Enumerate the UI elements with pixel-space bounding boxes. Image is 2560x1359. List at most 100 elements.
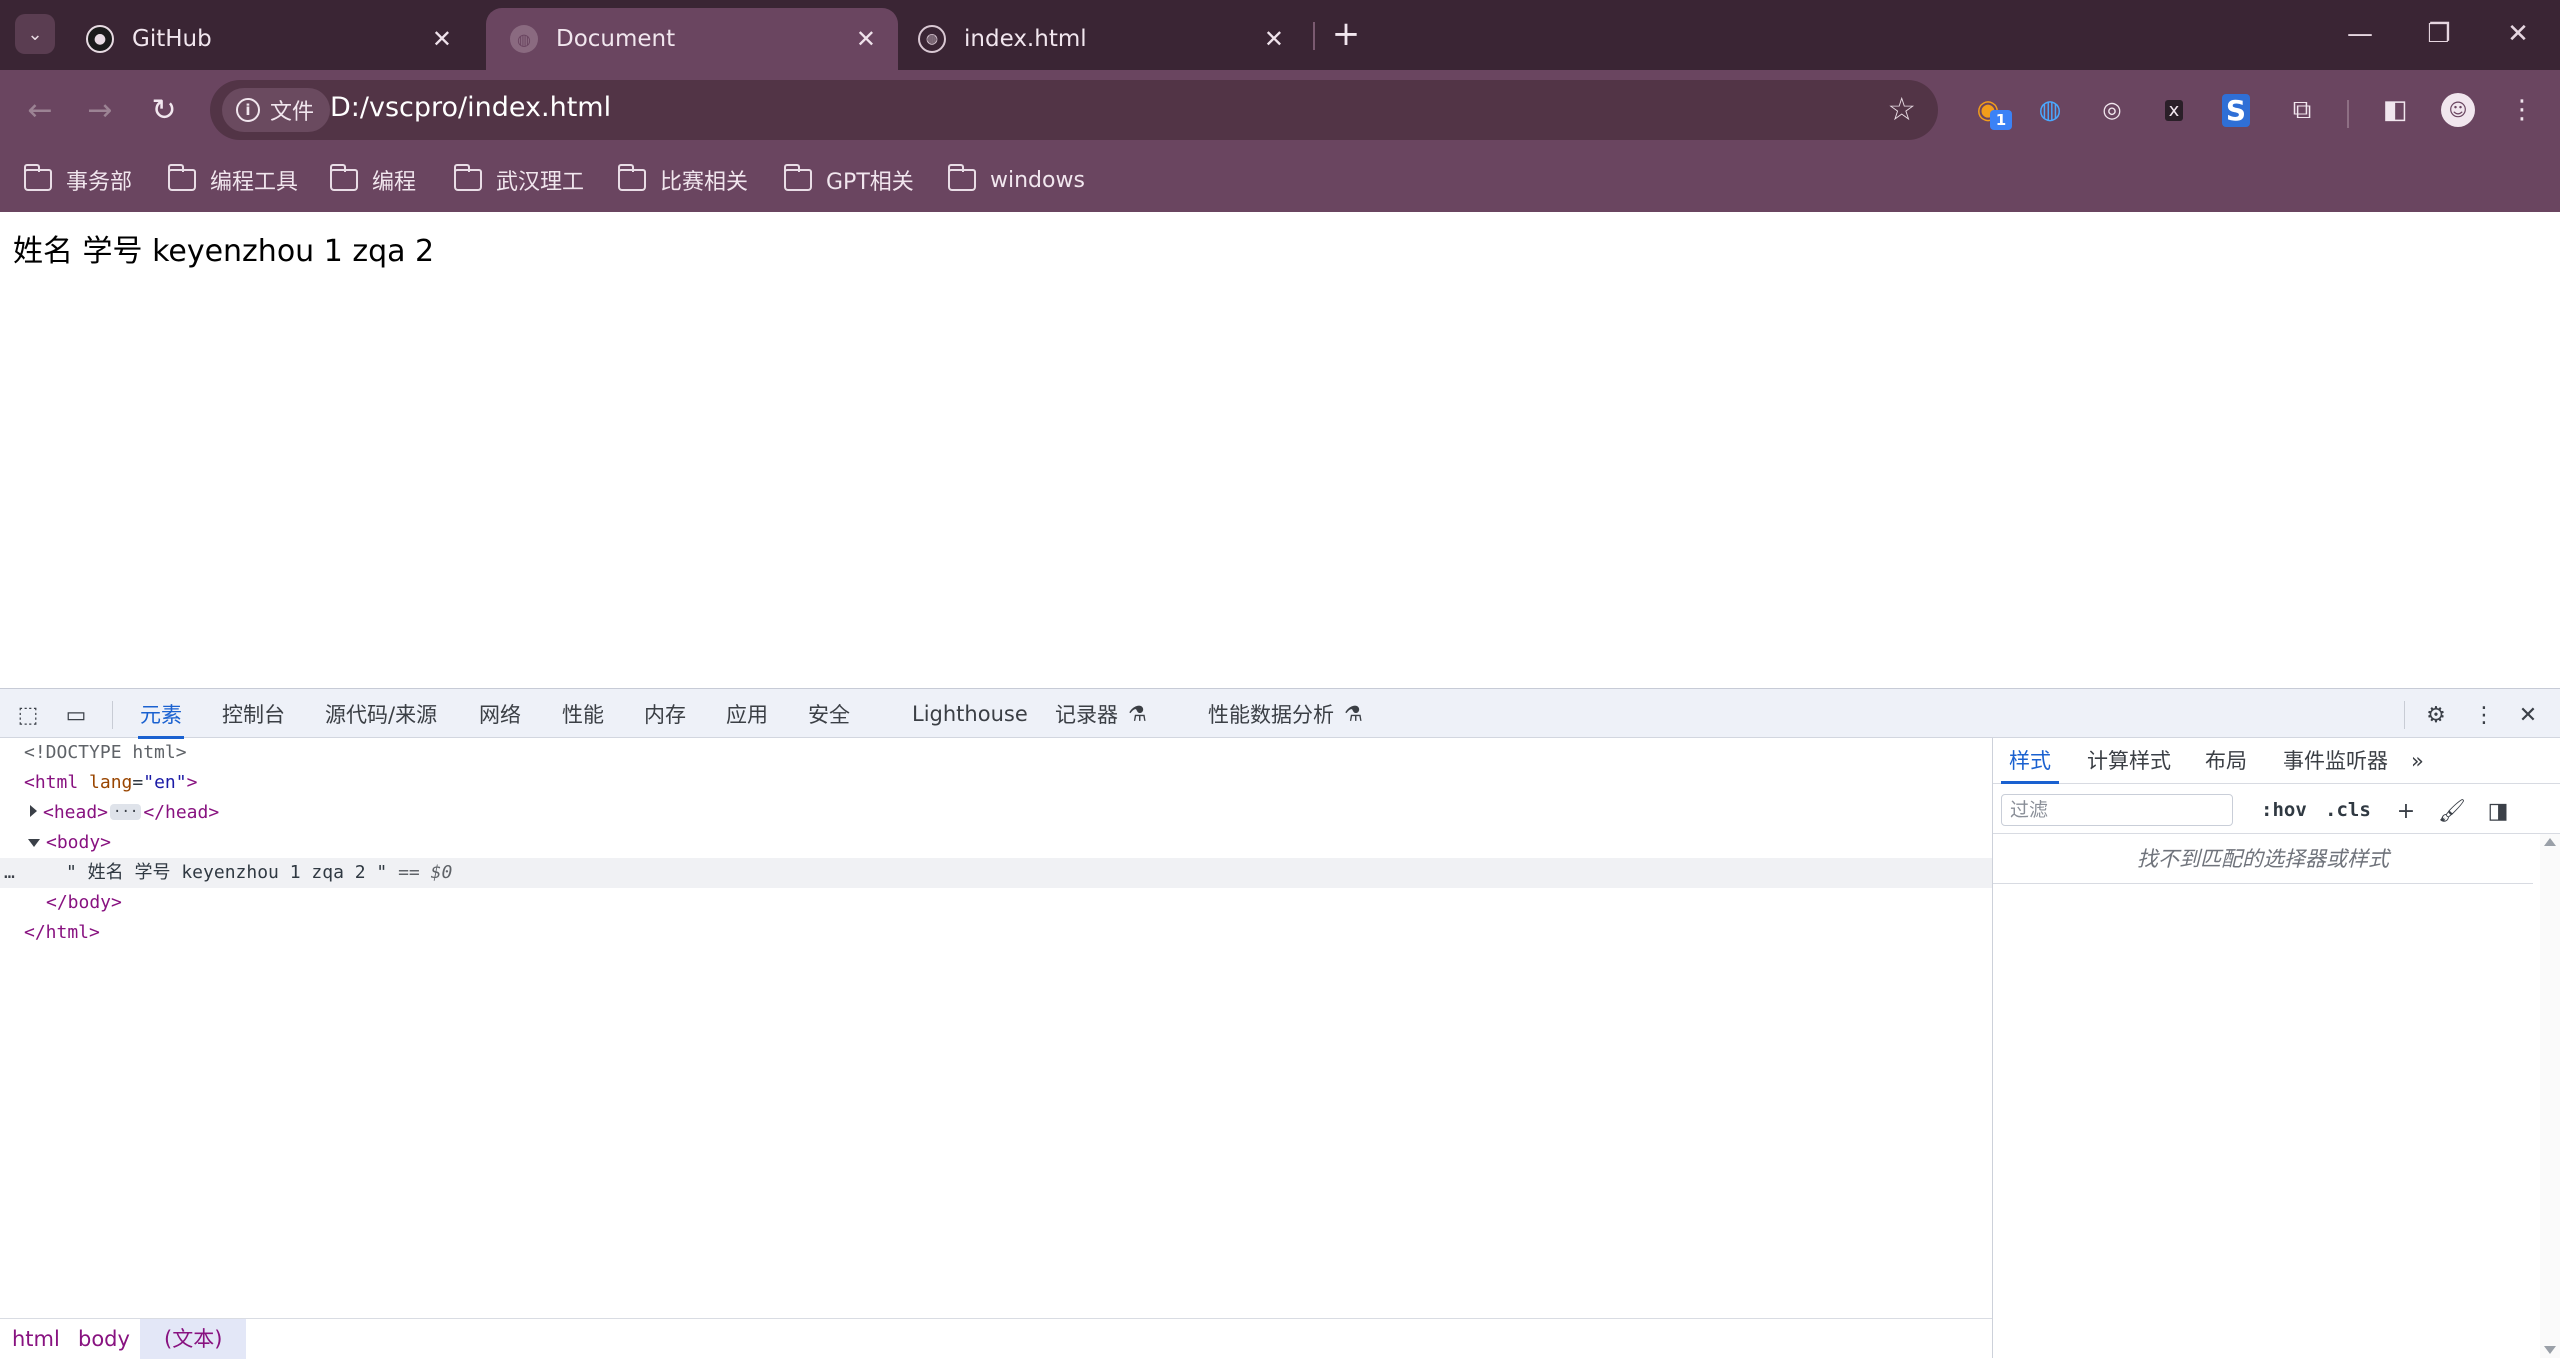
- more-vertical-icon[interactable]: ⋮: [2468, 699, 2500, 731]
- tab-layout[interactable]: 布局: [2205, 738, 2247, 784]
- close-icon[interactable]: ✕: [856, 25, 876, 53]
- dom-html-close[interactable]: </html>: [24, 918, 100, 948]
- extension-button[interactable]: x: [2152, 88, 2196, 132]
- styles-scrollbar[interactable]: [2540, 834, 2560, 1358]
- paint-brush-icon[interactable]: 🖌: [2437, 796, 2467, 826]
- selected-marker: == $0: [398, 862, 453, 883]
- folder-icon: [617, 164, 646, 191]
- close-icon[interactable]: ✕: [1264, 25, 1284, 53]
- breadcrumb-body[interactable]: body: [78, 1319, 130, 1359]
- scroll-up-icon[interactable]: [2544, 838, 2556, 846]
- more-vertical-icon: ⋮: [2509, 95, 2535, 125]
- tab-label: 源代码/来源: [325, 703, 438, 727]
- new-style-rule-icon[interactable]: +: [2391, 796, 2421, 826]
- close-icon[interactable]: ✕: [432, 25, 452, 53]
- toggle-sidebar-icon[interactable]: ◨: [2483, 796, 2513, 826]
- tab-performance[interactable]: 性能: [562, 689, 604, 739]
- tab-search-button[interactable]: ⌄: [15, 14, 55, 54]
- dom-body-node[interactable]: <body>: [28, 828, 111, 858]
- more-tabs-chevron-icon[interactable]: »: [2411, 738, 2424, 784]
- styles-filter-row: :hov .cls + 🖌 ◨: [1993, 784, 2560, 834]
- tab-computed[interactable]: 计算样式: [2087, 738, 2171, 784]
- tab-console[interactable]: 控制台: [222, 689, 285, 739]
- profile-button[interactable]: ☺: [2436, 88, 2480, 132]
- tab-index-html[interactable]: ◍ index.html ✕: [894, 8, 1306, 70]
- hov-toggle[interactable]: :hov: [2261, 796, 2307, 824]
- dom-doctype[interactable]: <!DOCTYPE html>: [24, 738, 187, 768]
- rss-extension[interactable]: ◉ 1: [1966, 88, 2012, 132]
- reload-button[interactable]: ↻: [142, 88, 186, 132]
- page-viewport: 姓名 学号 keyenzhou 1 zqa 2: [0, 212, 2560, 688]
- folder-icon: [329, 164, 358, 191]
- tab-recorder[interactable]: 记录器 ⚗: [1055, 689, 1147, 739]
- side-panel-icon: ◧: [2382, 95, 2408, 125]
- tab-application[interactable]: 应用: [726, 689, 768, 739]
- devtools-panel: ⬚ ▭ 元素 控制台 源代码/来源 网络 性能 内存 应用 安全 Lightho…: [0, 688, 2560, 1359]
- tab-github[interactable]: ● GitHub ✕: [62, 8, 474, 70]
- address-bar[interactable]: i 文件 D:/vscpro/index.html ☆: [210, 80, 1938, 140]
- cls-toggle[interactable]: .cls: [2325, 796, 2371, 824]
- folder-icon: [453, 164, 482, 191]
- tab-document[interactable]: ◍ Document ✕: [486, 8, 898, 70]
- tab-event-listeners[interactable]: 事件监听器: [2283, 738, 2388, 784]
- scroll-down-icon[interactable]: [2544, 1346, 2556, 1354]
- extension-button[interactable]: ◎: [2090, 88, 2134, 132]
- dom-body-close[interactable]: </body>: [46, 888, 122, 918]
- chevron-down-icon: ⌄: [27, 23, 43, 45]
- gutter-dots[interactable]: …: [0, 858, 66, 888]
- forward-button[interactable]: →: [78, 88, 122, 132]
- collapse-arrow-icon[interactable]: [28, 839, 40, 847]
- web-icon: ◎: [2102, 97, 2122, 123]
- extension-button[interactable]: ◍: [2028, 88, 2072, 132]
- tab-divider: [1313, 22, 1315, 50]
- doctype-text: <!DOCTYPE html>: [24, 742, 187, 763]
- tab-label: 记录器: [1055, 703, 1118, 727]
- close-window-button[interactable]: ✕: [2494, 14, 2542, 54]
- dom-html-node[interactable]: <html lang="en">: [24, 768, 197, 798]
- tabbar-divider: [2404, 701, 2405, 729]
- tab-performance-insights[interactable]: 性能数据分析 ⚗: [1208, 689, 1363, 739]
- extensions-button[interactable]: ⧉: [2280, 88, 2324, 132]
- compass-icon: ◍: [2038, 95, 2062, 125]
- tab-network[interactable]: 网络: [479, 689, 521, 739]
- bookmark-folder[interactable]: 编程工具: [167, 160, 298, 200]
- inspect-element-icon[interactable]: ⬚: [12, 699, 44, 731]
- bookmark-folder[interactable]: windows: [947, 160, 1085, 200]
- tab-lighthouse[interactable]: Lighthouse: [912, 689, 1028, 739]
- bookmark-folder[interactable]: 比赛相关: [617, 160, 748, 200]
- settings-gear-icon[interactable]: ⚙: [2420, 699, 2452, 731]
- browser-menu-button[interactable]: ⋮: [2500, 88, 2544, 132]
- dom-text-node[interactable]: … " 姓名 学号 keyenzhou 1 zqa 2 " == $0: [0, 858, 1992, 888]
- breadcrumb-html[interactable]: html: [12, 1319, 60, 1359]
- tab-security[interactable]: 安全: [808, 689, 850, 739]
- new-tab-button[interactable]: +: [1326, 14, 1366, 54]
- tag-text: </body>: [46, 892, 122, 913]
- breadcrumb-text-node[interactable]: (文本): [140, 1319, 247, 1359]
- bookmark-folder[interactable]: 事务部: [23, 160, 132, 200]
- extension-button[interactable]: S: [2214, 88, 2258, 132]
- bookmark-folder[interactable]: 武汉理工: [453, 160, 584, 200]
- bookmark-folder[interactable]: GPT相关: [783, 160, 914, 200]
- tab-elements[interactable]: 元素: [138, 689, 184, 739]
- tab-styles[interactable]: 样式: [2001, 738, 2059, 784]
- ellipsis-icon[interactable]: ···: [110, 804, 142, 820]
- expand-arrow-icon[interactable]: [30, 805, 37, 817]
- tag-text: <body>: [46, 832, 112, 853]
- side-panel-button[interactable]: ◧: [2373, 88, 2417, 132]
- back-button[interactable]: ←: [18, 88, 62, 132]
- tab-memory[interactable]: 内存: [644, 689, 686, 739]
- bookmark-star-icon[interactable]: ☆: [1887, 90, 1916, 128]
- close-devtools-icon[interactable]: ✕: [2512, 699, 2544, 731]
- folder-icon: [167, 164, 196, 191]
- restore-button[interactable]: ❐: [2415, 14, 2463, 54]
- site-info-chip[interactable]: i 文件: [222, 88, 331, 132]
- styles-pane: 样式 计算样式 布局 事件监听器 » :hov .cls + 🖌 ◨ 找不到匹配…: [1992, 738, 2560, 1358]
- bookmark-folder[interactable]: 编程: [329, 160, 416, 200]
- url-text[interactable]: D:/vscpro/index.html: [330, 92, 611, 123]
- styles-filter-input[interactable]: [2001, 794, 2233, 826]
- minimize-button[interactable]: —: [2336, 14, 2384, 54]
- device-toolbar-icon[interactable]: ▭: [60, 699, 92, 731]
- breadcrumb: html body (文本): [0, 1318, 1992, 1359]
- dom-head-node[interactable]: <head> ··· </head>: [30, 798, 219, 828]
- tab-sources[interactable]: 源代码/来源: [325, 689, 437, 739]
